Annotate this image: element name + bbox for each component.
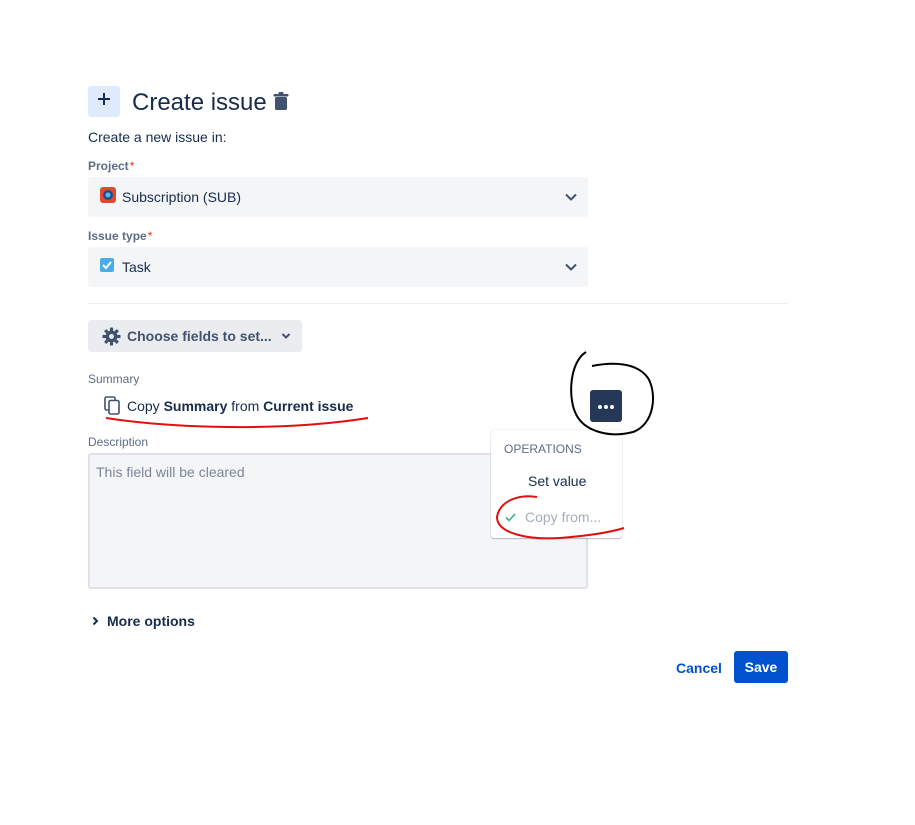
project-label: Project* xyxy=(88,159,134,173)
required-mark: * xyxy=(129,159,135,173)
project-label-text: Project xyxy=(88,159,129,173)
choose-fields-label: Choose fields to set... xyxy=(127,328,272,344)
chevron-right-icon xyxy=(92,616,99,626)
project-select[interactable]: Subscription (SUB) xyxy=(88,177,588,217)
copy-icon xyxy=(104,396,121,415)
create-issue-icon-box xyxy=(88,86,120,117)
issue-type-select[interactable]: Task xyxy=(88,247,588,287)
copy-from-word: from xyxy=(231,397,260,414)
copy-source-name: Current issue xyxy=(263,397,354,414)
page-subtitle: Create a new issue in: xyxy=(88,129,227,145)
menu-item-copy-from[interactable]: Copy from... xyxy=(505,509,601,525)
menu-item-copy-from-label: Copy from... xyxy=(525,509,602,525)
project-avatar-icon xyxy=(100,186,116,208)
choose-fields-button[interactable]: Choose fields to set... xyxy=(88,320,302,352)
trash-icon[interactable] xyxy=(272,92,290,116)
task-checkbox-icon xyxy=(100,257,114,277)
annotation-summary-underline xyxy=(105,417,369,429)
gear-icon xyxy=(102,326,121,346)
section-divider xyxy=(88,303,788,304)
menu-item-set-value[interactable]: Set value xyxy=(528,473,586,489)
issue-type-label-text: Issue type xyxy=(88,229,147,243)
project-value: Subscription (SUB) xyxy=(122,189,242,205)
copy-prefix: Copy xyxy=(127,397,160,414)
description-placeholder: This field will be cleared xyxy=(96,464,245,480)
more-options-toggle[interactable]: More options xyxy=(92,613,195,629)
chevron-down-icon xyxy=(564,190,578,209)
summary-copy-value[interactable]: Copy Summary from Current issue xyxy=(104,396,353,415)
issue-type-label: Issue type* xyxy=(88,229,152,243)
operations-menu-heading: OPERATIONS xyxy=(504,442,582,456)
page-title: Create issue xyxy=(132,89,267,116)
plus-icon xyxy=(97,92,111,111)
cancel-button[interactable]: Cancel xyxy=(670,652,728,684)
chevron-down-icon xyxy=(280,330,292,342)
field-operations-button[interactable] xyxy=(590,390,622,422)
save-button[interactable]: Save xyxy=(734,651,788,683)
summary-label: Summary xyxy=(88,372,140,386)
chevron-down-icon xyxy=(564,260,578,279)
ellipsis-icon xyxy=(597,397,615,415)
check-icon xyxy=(505,512,516,522)
required-mark: * xyxy=(147,229,153,243)
issue-type-value: Task xyxy=(122,259,151,275)
description-label: Description xyxy=(88,435,149,449)
operations-menu: OPERATIONS Set value Copy from... xyxy=(491,430,622,538)
copy-field-name: Summary xyxy=(163,397,228,414)
more-options-label: More options xyxy=(107,613,195,629)
